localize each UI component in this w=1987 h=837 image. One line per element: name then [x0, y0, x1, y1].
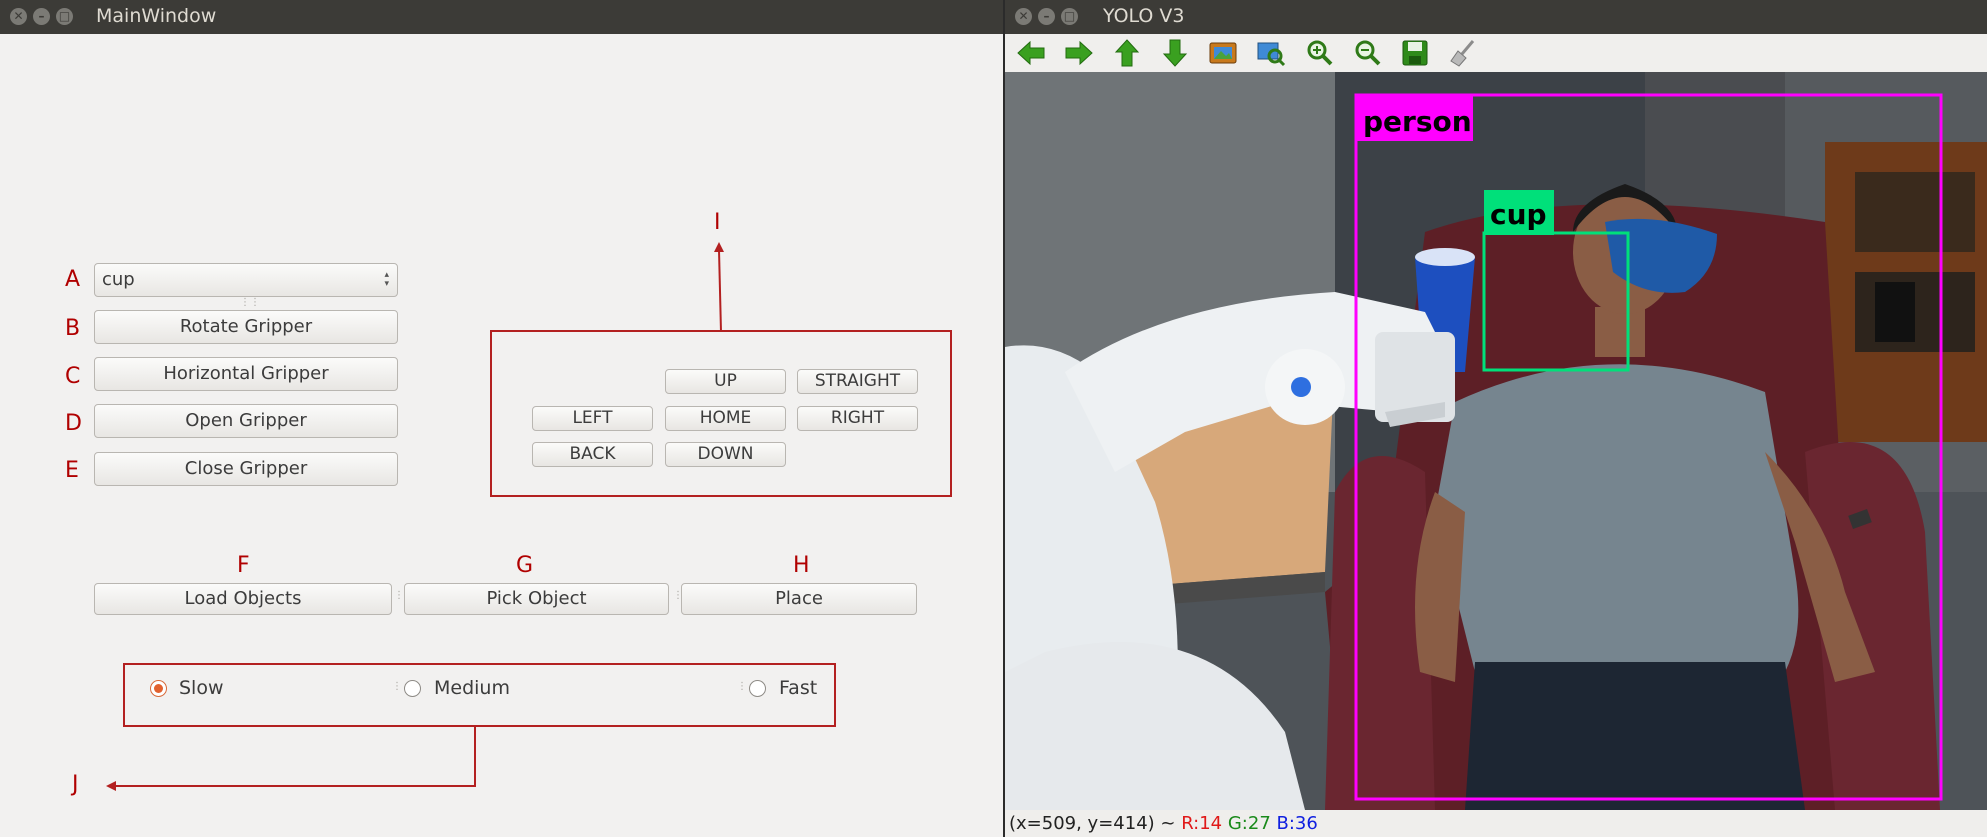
radio-slow-label[interactable]: Slow — [179, 677, 224, 699]
pixel-g-value: G:27 — [1227, 813, 1271, 834]
clear-icon[interactable] — [1447, 37, 1479, 69]
pixel-status-line: (x=509, y=414) ~ R:14 G:27 B:36 — [1009, 813, 1318, 834]
annotation-e: E — [65, 458, 79, 483]
maximize-window-button[interactable]: □ — [56, 8, 73, 25]
back-button[interactable]: BACK — [532, 442, 653, 467]
right-button[interactable]: RIGHT — [797, 406, 918, 431]
annotation-j-arrow — [106, 727, 476, 791]
main-titlebar: ✕ – □ MainWindow — [0, 0, 1003, 34]
splitter-handle: ⋮ — [394, 590, 404, 601]
radio-fast[interactable] — [749, 680, 766, 697]
close-window-button[interactable]: ✕ — [1015, 8, 1032, 25]
zoom-out-icon[interactable] — [1351, 37, 1383, 69]
yolo-window: ✕ – □ YOLO V3 person cup (x=509, y=414) … — [1005, 0, 1987, 837]
annotation-i-arrow — [714, 242, 724, 332]
radio-selected-dot — [154, 684, 163, 693]
annotation-a: A — [65, 267, 81, 292]
up-button[interactable]: UP — [665, 369, 786, 394]
object-select-value: cup — [102, 269, 135, 290]
minimize-window-button[interactable]: – — [1038, 8, 1055, 25]
back-arrow-icon[interactable] — [1015, 37, 1047, 69]
close-window-button[interactable]: ✕ — [10, 8, 27, 25]
annotation-h: H — [793, 553, 810, 578]
annotation-c: C — [65, 364, 81, 389]
forward-arrow-icon[interactable] — [1063, 37, 1095, 69]
save-icon[interactable] — [1399, 37, 1431, 69]
up-arrow-icon[interactable] — [1111, 37, 1143, 69]
main-window: ✕ – □ MainWindow A B C D E cup ▴ ▾ ⋮⋮ Rot… — [0, 0, 1003, 837]
open-gripper-button[interactable]: Open Gripper — [94, 404, 398, 438]
annotation-i: I — [714, 210, 721, 235]
person-detection-label: person — [1363, 105, 1472, 138]
object-select[interactable]: cup ▴ ▾ — [94, 263, 398, 297]
minimize-window-button[interactable]: – — [33, 8, 50, 25]
zoom-fit-icon[interactable] — [1255, 37, 1287, 69]
place-button[interactable]: Place — [681, 583, 917, 615]
home-button[interactable]: HOME — [665, 406, 786, 431]
annotation-f: F — [237, 553, 250, 578]
cup-detection-label: cup — [1490, 198, 1547, 231]
pixel-status-bar: (x=509, y=414) ~ R:14 G:27 B:36 — [1005, 810, 1987, 837]
splitter-handle: ⋮ — [392, 681, 402, 692]
maximize-window-button[interactable]: □ — [1061, 8, 1078, 25]
pick-object-button[interactable]: Pick Object — [404, 583, 669, 615]
close-gripper-button[interactable]: Close Gripper — [94, 452, 398, 486]
load-objects-button[interactable]: Load Objects — [94, 583, 392, 615]
rotate-gripper-button[interactable]: Rotate Gripper — [94, 310, 398, 344]
radio-medium[interactable] — [404, 680, 421, 697]
radio-slow[interactable] — [150, 680, 167, 697]
camera-frame-image: person cup — [1005, 72, 1987, 810]
left-button[interactable]: LEFT — [532, 406, 653, 431]
yolo-titlebar: ✕ – □ YOLO V3 — [1005, 0, 1987, 34]
straight-button[interactable]: STRAIGHT — [797, 369, 918, 394]
annotation-d: D — [65, 411, 82, 436]
down-arrow-icon[interactable] — [1159, 37, 1191, 69]
splitter-handle: ⋮ — [737, 681, 747, 692]
pixel-coords: (x=509, y=414) ~ — [1009, 813, 1182, 834]
zoom-in-icon[interactable] — [1303, 37, 1335, 69]
pixel-b-value: B:36 — [1276, 813, 1318, 834]
horizontal-gripper-button[interactable]: Horizontal Gripper — [94, 357, 398, 391]
pixel-r-value: R:14 — [1181, 813, 1223, 834]
radio-fast-label[interactable]: Fast — [779, 677, 817, 699]
image-icon[interactable] — [1207, 37, 1239, 69]
annotation-j: J — [72, 772, 79, 797]
main-window-title: MainWindow — [96, 5, 217, 27]
combo-arrows-icon: ▴ ▾ — [384, 270, 389, 289]
camera-view[interactable]: person cup — [1005, 72, 1987, 810]
down-button[interactable]: DOWN — [665, 442, 786, 467]
image-toolbar — [1005, 34, 1987, 73]
annotation-g: G — [516, 553, 534, 578]
annotation-b: B — [65, 316, 81, 341]
yolo-window-title: YOLO V3 — [1103, 5, 1185, 27]
radio-medium-label[interactable]: Medium — [434, 677, 510, 699]
splitter-handle: ⋮⋮ — [240, 297, 260, 308]
